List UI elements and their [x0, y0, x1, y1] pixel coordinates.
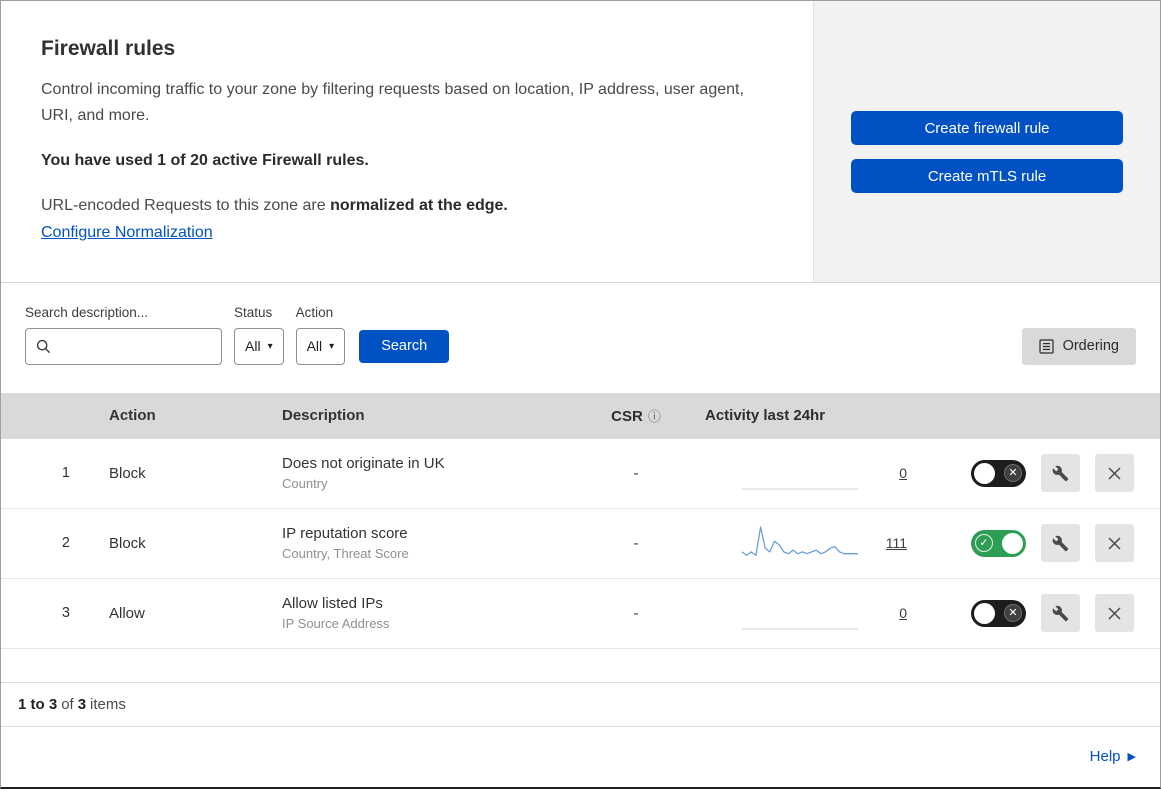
actions-panel: Create firewall rule Create mTLS rule	[813, 1, 1160, 282]
table-header: Action Description CSR ⓘ Activity last 24…	[1, 392, 1160, 439]
search-box[interactable]	[25, 327, 222, 365]
edit-rule-button[interactable]	[1041, 454, 1080, 493]
rule-fields: Country	[282, 476, 328, 492]
rule-action: Block	[109, 464, 146, 482]
status-dropdown[interactable]: All ▾	[234, 327, 284, 365]
help-link[interactable]: Help ▶	[1090, 748, 1136, 765]
create-firewall-rule-button[interactable]: Create firewall rule	[851, 111, 1123, 145]
delete-rule-button[interactable]	[1095, 524, 1134, 563]
delete-rule-button[interactable]	[1095, 594, 1134, 633]
table-row: 2 Block IP reputation score Country, Thr…	[1, 508, 1160, 579]
status-filter-group: Status All ▾	[234, 305, 284, 365]
configure-normalization-link[interactable]: Configure Normalization	[41, 224, 213, 242]
search-button[interactable]: Search	[359, 329, 450, 363]
search-label: Search description...	[25, 304, 149, 320]
rule-action: Allow	[109, 604, 145, 622]
chevron-down-icon: ▾	[329, 340, 335, 352]
edit-rule-button[interactable]	[1041, 524, 1080, 563]
toggle-state-icon	[975, 534, 993, 553]
search-input[interactable]	[57, 337, 211, 356]
rule-csr-value: -	[633, 534, 639, 552]
table-row: 1 Block Does not originate in UK Country…	[1, 438, 1160, 509]
create-mtls-rule-button[interactable]: Create mTLS rule	[851, 159, 1123, 193]
ordering-button-label: Ordering	[1062, 338, 1119, 355]
close-icon	[1108, 537, 1121, 550]
firewall-rules-page: Firewall rules Control incoming traffic …	[0, 0, 1161, 789]
action-dropdown-value: All	[306, 338, 323, 355]
action-filter-group: Action All ▾	[295, 304, 346, 365]
enable-toggle[interactable]	[971, 529, 1026, 557]
rule-description: Does not originate in UK	[282, 455, 445, 473]
status-label: Status	[234, 304, 273, 320]
table-row: 3 Allow Allow listed IPs IP Source Addre…	[1, 578, 1160, 649]
rule-description: IP reputation score	[282, 525, 408, 543]
toggle-knob	[974, 602, 995, 624]
activity-sparkline	[742, 488, 858, 490]
filter-bar: Search description... Status All ▾ Actio…	[1, 283, 1160, 393]
items-total: 3	[77, 695, 87, 713]
wrench-icon	[1052, 535, 1069, 552]
activity-sparkline	[741, 526, 858, 557]
rule-csr-value: -	[633, 604, 639, 622]
close-icon	[1108, 607, 1121, 620]
close-icon	[1108, 467, 1121, 480]
usage-summary: You have used 1 of 20 active Firewall ru…	[41, 151, 369, 169]
ordered-list-icon	[1038, 339, 1054, 354]
wrench-icon	[1052, 465, 1069, 482]
search-filter-group: Search description...	[25, 305, 222, 365]
rule-priority: 1	[61, 465, 70, 482]
normalization-note: URL-encoded Requests to this zone are no…	[41, 196, 508, 214]
rule-csr-value: -	[633, 464, 639, 482]
rule-description: Allow listed IPs	[282, 595, 383, 613]
search-icon	[36, 339, 51, 353]
rule-priority: 2	[61, 535, 70, 552]
col-header-activity: Activity last 24hr	[705, 407, 826, 425]
pagination-summary: 1 to 3 of 3 items	[1, 683, 1160, 727]
info-icon[interactable]: ⓘ	[648, 409, 661, 424]
action-label: Action	[295, 304, 334, 320]
enable-toggle[interactable]	[971, 459, 1026, 487]
toggle-knob	[974, 462, 995, 484]
ordering-button[interactable]: Ordering	[1021, 327, 1136, 365]
activity-count-link[interactable]: 0	[899, 605, 907, 621]
rule-fields: IP Source Address	[282, 616, 390, 632]
action-dropdown[interactable]: All ▾	[295, 327, 346, 365]
page-description: Control incoming traffic to your zone by…	[41, 81, 744, 124]
top-card: Firewall rules Control incoming traffic …	[1, 1, 1160, 283]
delete-rule-button[interactable]	[1095, 454, 1134, 493]
wrench-icon	[1052, 605, 1069, 622]
intro-section: Firewall rules Control incoming traffic …	[1, 1, 813, 282]
col-header-csr: CSR ⓘ	[611, 408, 661, 426]
enable-toggle[interactable]	[971, 599, 1026, 627]
help-bar: Help ▶	[1, 727, 1160, 787]
rules-table: Action Description CSR ⓘ Activity last 24…	[1, 392, 1160, 649]
rule-action: Block	[109, 534, 146, 552]
activity-count-link[interactable]: 0	[899, 465, 907, 481]
activity-sparkline	[742, 628, 858, 630]
table-body: 1 Block Does not originate in UK Country…	[1, 438, 1160, 649]
toggle-state-icon	[1004, 464, 1022, 483]
status-dropdown-value: All	[245, 338, 261, 355]
items-range: 1 to 3	[18, 695, 58, 713]
col-header-action: Action	[109, 407, 156, 425]
col-header-description: Description	[282, 407, 365, 425]
arrow-right-icon: ▶	[1127, 751, 1136, 764]
toggle-state-icon	[1004, 604, 1022, 623]
edit-rule-button[interactable]	[1041, 594, 1080, 633]
page-title: Firewall rules	[41, 37, 176, 60]
table-bottom-spacer	[1, 648, 1160, 683]
rule-fields: Country, Threat Score	[282, 546, 409, 562]
toggle-knob	[1002, 532, 1023, 554]
rule-priority: 3	[61, 605, 70, 622]
activity-count-link[interactable]: 111	[886, 535, 907, 551]
chevron-down-icon: ▾	[267, 340, 273, 352]
